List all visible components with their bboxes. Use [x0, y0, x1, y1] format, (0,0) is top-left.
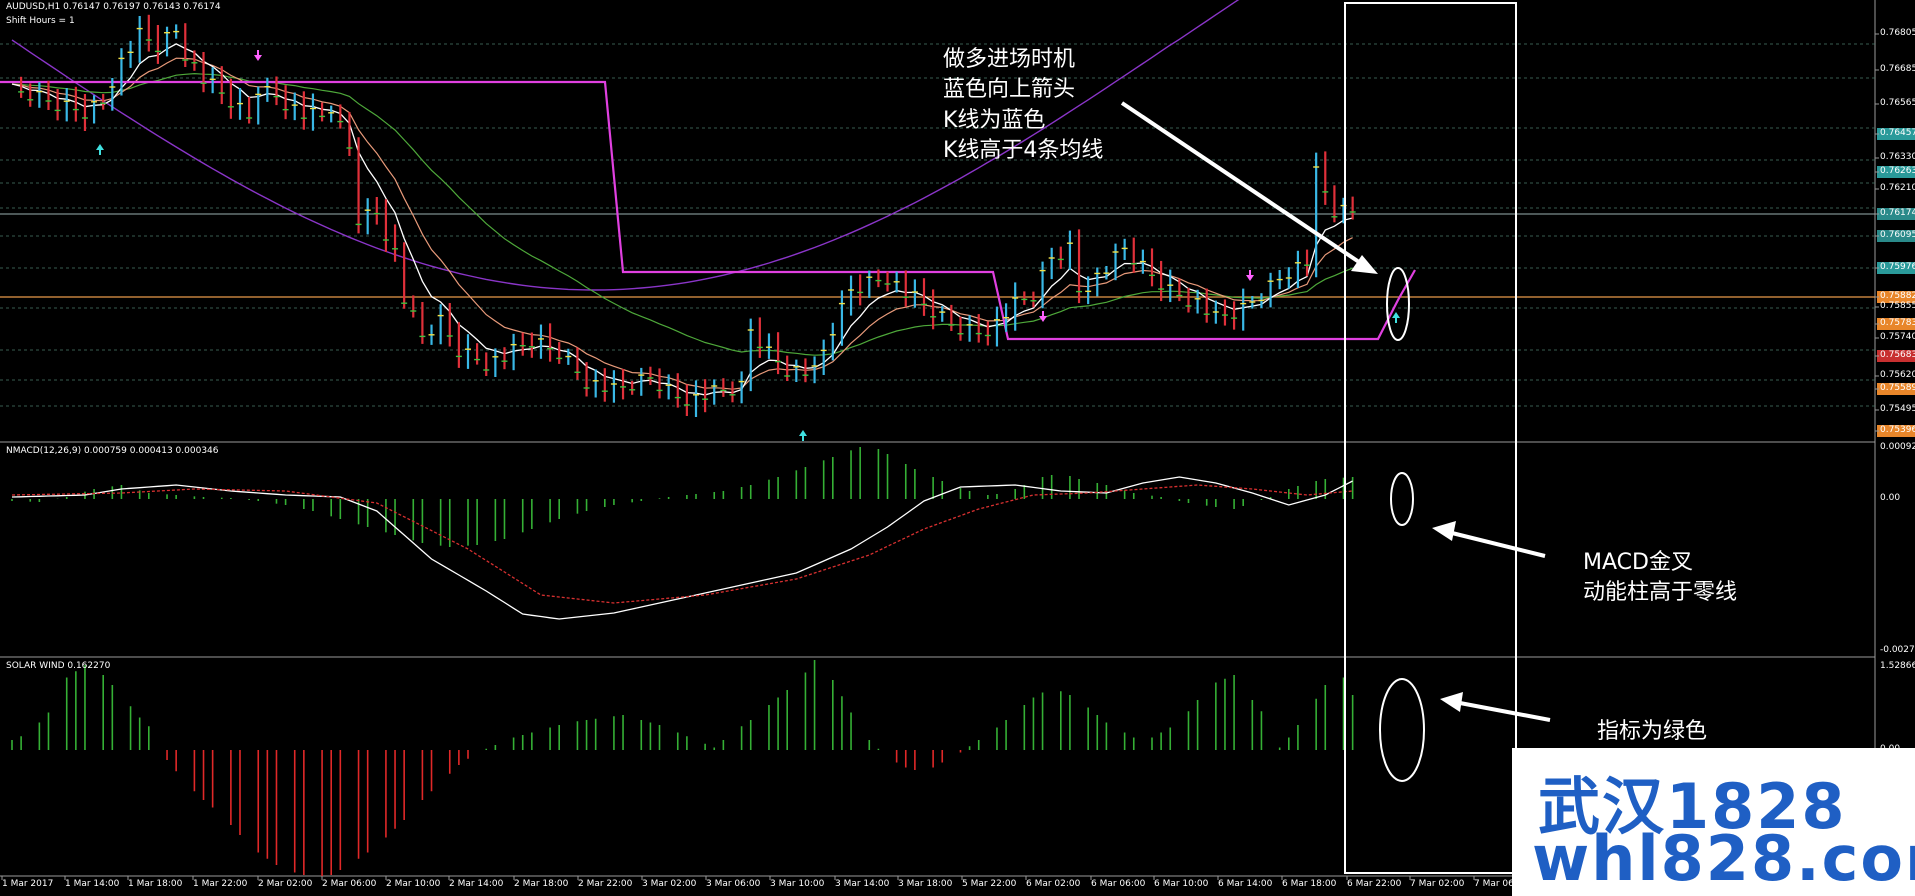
time-label: 3 Mar 02:00: [642, 879, 697, 889]
time-label: 1 Mar 2017: [2, 879, 54, 889]
price-label: 0.76095: [1880, 230, 1915, 240]
watermark-line-2: whl828.com: [1532, 822, 1915, 895]
price-label: 0.76174: [1880, 208, 1915, 218]
solar-line-1: 指标为绿色: [1597, 719, 1708, 744]
time-label: 6 Mar 02:00: [1026, 879, 1081, 889]
macd-line-1: MACD金叉: [1583, 550, 1693, 575]
entry-line-2: 蓝色向上箭头: [943, 77, 1076, 103]
price-label: 0.76457: [1880, 128, 1915, 138]
time-label: 3 Mar 06:00: [706, 879, 761, 889]
time-label: 3 Mar 10:00: [770, 879, 825, 889]
shift-label: Shift Hours = 1: [6, 16, 75, 26]
mt4-chart-window: AUDUSD,H1 0.76147 0.76197 0.76143 0.7617…: [0, 0, 1915, 896]
entry-line-3: K线为蓝色: [943, 107, 1046, 133]
price-label: 0.76565: [1880, 98, 1915, 108]
macd-header: NMACD(12,26,9) 0.000759 0.000413 0.00034…: [6, 446, 219, 456]
time-label: 1 Mar 14:00: [65, 879, 120, 889]
macd-annotation: MACD金叉 动能柱高于零线: [1583, 548, 1737, 609]
price-label: 0.75589: [1880, 383, 1915, 393]
price-label: 0.75495: [1880, 404, 1915, 414]
price-label: 0.75882: [1880, 291, 1915, 301]
price-label: 0.76330: [1880, 152, 1915, 162]
macd-line-2: 动能柱高于零线: [1583, 580, 1738, 606]
macd-axis-label: -0.002707: [1880, 645, 1915, 655]
price-label: 0.75683: [1880, 350, 1915, 360]
price-label: 0.75620: [1880, 370, 1915, 380]
symbol-header: AUDUSD,H1 0.76147 0.76197 0.76143 0.7617…: [6, 2, 221, 12]
price-label: 0.75396: [1880, 425, 1915, 435]
time-label: 6 Mar 18:00: [1282, 879, 1337, 889]
time-label: 2 Mar 06:00: [322, 879, 377, 889]
time-label: 2 Mar 22:00: [578, 879, 633, 889]
macd-axis-label: 0.000924: [1880, 442, 1915, 452]
time-label: 3 Mar 14:00: [835, 879, 890, 889]
time-label: 7 Mar 06: [1474, 879, 1514, 889]
time-label: 6 Mar 14:00: [1218, 879, 1273, 889]
price-label: 0.75855: [1880, 301, 1915, 311]
time-label: 7 Mar 02:00: [1410, 879, 1465, 889]
entry-line-1: 做多进场时机: [943, 47, 1076, 72]
solar-header: SOLAR WIND 0.162270: [6, 661, 111, 671]
entry-annotation: 做多进场时机 蓝色向上箭头 K线为蓝色 K线高于4条均线: [943, 45, 1103, 166]
time-label: 3 Mar 18:00: [898, 879, 953, 889]
price-label: 0.76805: [1880, 28, 1915, 38]
time-label: 2 Mar 10:00: [386, 879, 441, 889]
price-label: 0.75740: [1880, 332, 1915, 342]
watermark-logo: 武汉1828 whl828.com: [1512, 748, 1915, 896]
solar-annotation: 指标为绿色: [1597, 717, 1707, 747]
price-label: 0.75976: [1880, 262, 1915, 272]
price-label: 0.75783: [1880, 318, 1915, 328]
price-label: 0.76685: [1880, 64, 1915, 74]
macd-axis-label: 0.00: [1880, 493, 1901, 503]
price-label: 0.76210: [1880, 183, 1915, 193]
time-label: 1 Mar 18:00: [128, 879, 183, 889]
entry-line-4: K线高于4条均线: [943, 138, 1104, 164]
time-label: 6 Mar 10:00: [1154, 879, 1209, 889]
time-label: 5 Mar 22:00: [962, 879, 1017, 889]
time-label: 6 Mar 22:00: [1347, 879, 1402, 889]
time-label: 6 Mar 06:00: [1091, 879, 1146, 889]
time-label: 2 Mar 14:00: [449, 879, 504, 889]
time-label: 2 Mar 02:00: [258, 879, 313, 889]
time-label: 1 Mar 22:00: [193, 879, 248, 889]
price-label: 0.76263: [1880, 166, 1915, 176]
solar-axis-label: 1.528666: [1880, 661, 1915, 671]
time-label: 2 Mar 18:00: [514, 879, 569, 889]
